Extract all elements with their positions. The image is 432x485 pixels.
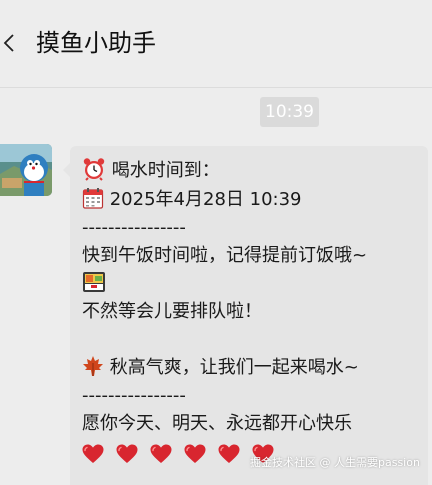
avatar[interactable] (0, 144, 52, 196)
chat-header: 摸鱼小助手 (0, 0, 432, 88)
red-heart-icon (82, 444, 104, 463)
red-heart-icon (116, 444, 138, 463)
message-line-date: 2025年4月28日 10:39 (82, 186, 302, 214)
chevron-left-icon (3, 34, 14, 52)
message-line3-text: 快到午饭时间啦，记得提前订饭哦~ (82, 245, 368, 266)
message-timestamp: 10:39 (260, 97, 319, 127)
message-line-title: 喝水时间到： (82, 157, 220, 185)
message-line-autumn: 秋高气爽，让我们一起来喝水~ (82, 354, 359, 382)
message-line7-text: 愿你今天、明天、永远都开心快乐 (82, 413, 352, 434)
message-bubble[interactable]: 喝水时间到： 2025年4月28日 10:39 ----------------… (63, 146, 428, 485)
message-line-bento (82, 270, 106, 298)
message-divider-2: ---------------- (82, 385, 186, 406)
red-heart-icon (218, 444, 240, 463)
alarm-clock-icon (83, 158, 105, 181)
bento-box-icon (83, 272, 105, 292)
watermark: 掘金技术社区 @ 人生需要passion (250, 456, 420, 469)
message-line5-text: 不然等会儿要排队啦！ (82, 301, 262, 322)
maple-leaf-icon (83, 356, 103, 376)
message-line2-text: 2025年4月28日 10:39 (109, 189, 302, 210)
red-heart-icon (184, 444, 206, 463)
calendar-icon (82, 188, 104, 209)
chat-title: 摸鱼小助手 (36, 29, 156, 57)
message-line1-text: 喝水时间到： (111, 160, 220, 181)
back-button[interactable] (0, 22, 26, 62)
message-divider-1: ---------------- (82, 217, 186, 238)
message-line6-text: 秋高气爽，让我们一起来喝水~ (109, 357, 359, 378)
red-heart-icon (150, 444, 172, 463)
